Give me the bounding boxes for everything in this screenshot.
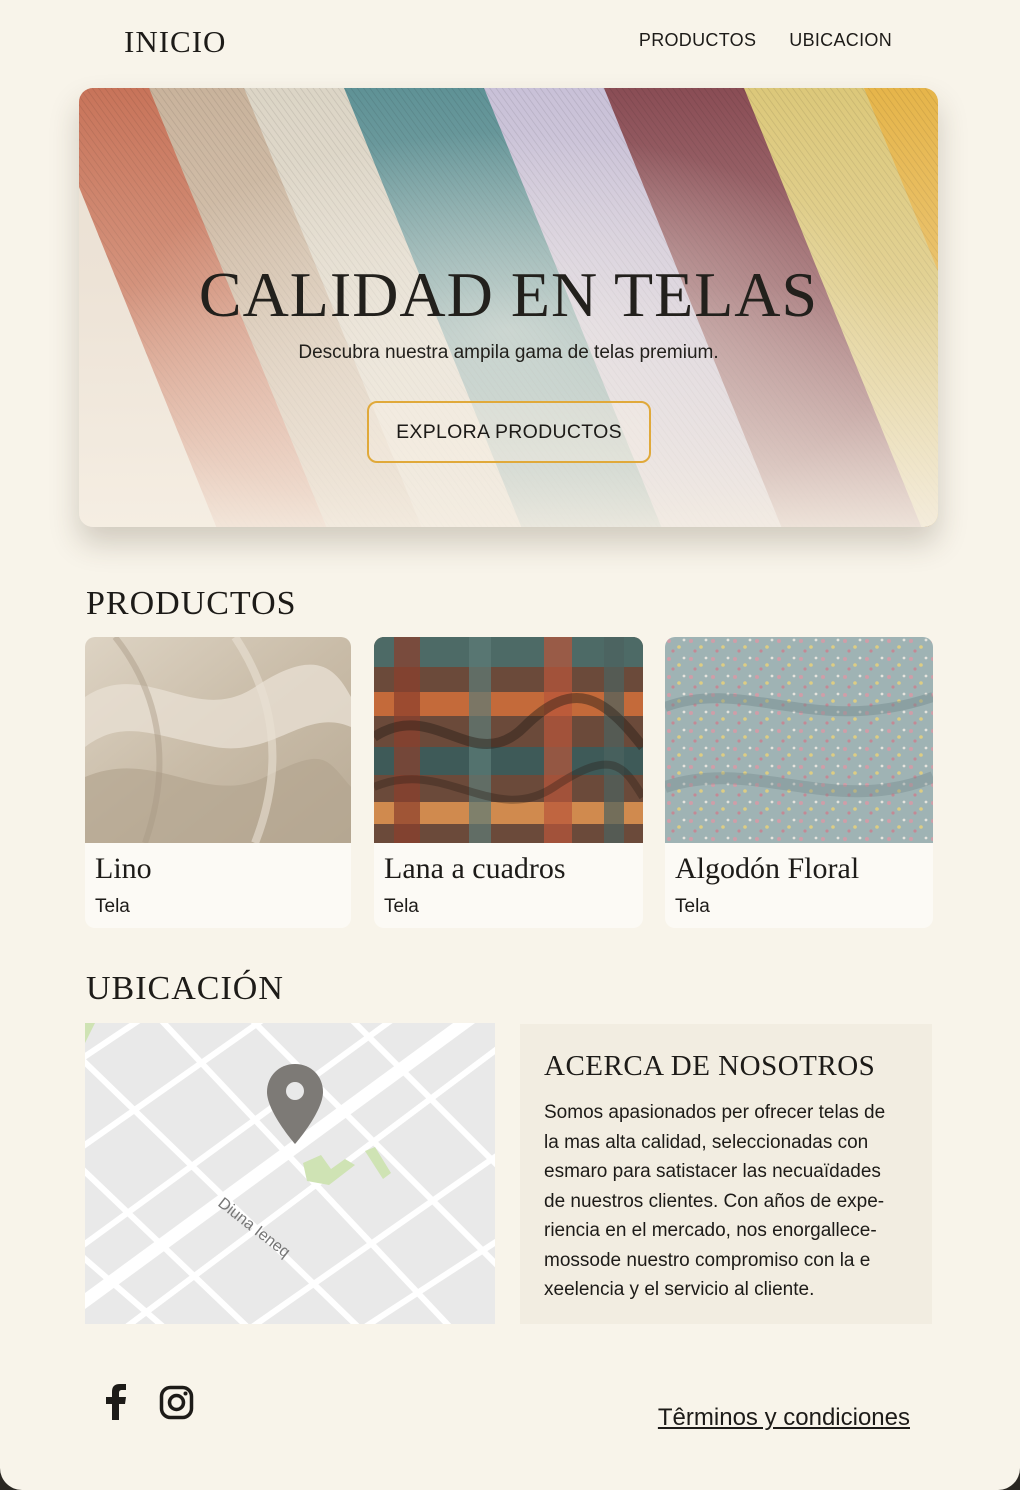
product-card-lana-a-cuadros[interactable]: Lana a cuadros Tela [374, 637, 643, 928]
nav-link-ubicacion[interactable]: UBICACION [789, 30, 892, 51]
about-line: la mas alta calidad, seleccionadas con [544, 1131, 869, 1153]
product-card-lino[interactable]: Lino Tela [85, 637, 351, 928]
hero-banner: CALIDAD EN TELAS Descubra nuestra ampila… [79, 88, 938, 527]
product-title: Algodón Floral [675, 852, 860, 885]
about-text: Somos apasionados per ofrecer telas de l… [544, 1098, 916, 1305]
about-line: xeelencia y el servicio al cliente. [544, 1279, 815, 1300]
facebook-icon[interactable] [104, 1384, 128, 1420]
hero-subtitle: Descubra nuestra ampila gama de telas pr… [298, 342, 719, 363]
about-line: esmaro para satistacer las necuaïdades [544, 1161, 881, 1182]
about-line: de nuestros clientes. Con años de expe- [544, 1190, 885, 1212]
page: INICIO PRODUCTOS UBICACION CALIDAD EN TE… [0, 0, 1020, 1490]
product-subtitle: Tela [95, 896, 130, 917]
about-line: riencia en el mercado, nos enorgallece- [544, 1220, 877, 1241]
product-card-algodon-floral[interactable]: Algodón Floral Tela [665, 637, 933, 928]
hero-title: CALIDAD EN TELAS [198, 259, 819, 330]
about-line: mossode nuestro compromiso con la e [544, 1249, 871, 1271]
plaid-wool-image [374, 637, 643, 843]
map-pin-icon[interactable] [265, 1062, 325, 1146]
product-title: Lino [95, 852, 152, 885]
nav-link-productos[interactable]: PRODUCTOS [639, 30, 756, 51]
nav-logo[interactable]: INICIO [124, 24, 226, 60]
nav-links: PRODUCTOS UBICACION [639, 30, 892, 51]
products-heading: PRODUCTOS [86, 585, 297, 622]
location-heading: UBICACIÓN [86, 970, 284, 1007]
product-subtitle: Tela [384, 896, 419, 917]
terms-link[interactable]: Têrminos y condiciones [658, 1404, 910, 1432]
about-line: Somos apasionados per ofrecer telas de [544, 1102, 886, 1123]
linen-fabric-image [85, 637, 351, 843]
instagram-icon[interactable] [159, 1385, 194, 1420]
explore-products-button[interactable]: EXPLORA PRODUCTOS [367, 401, 651, 463]
floral-cotton-image [665, 637, 933, 843]
product-subtitle: Tela [675, 896, 710, 917]
about-title: ACERCA DE NOSOTROS [544, 1050, 876, 1082]
product-title: Lana a cuadros [384, 852, 566, 885]
about-panel: ACERCA DE NOSOTROS Somos apasionados per… [520, 1024, 932, 1324]
